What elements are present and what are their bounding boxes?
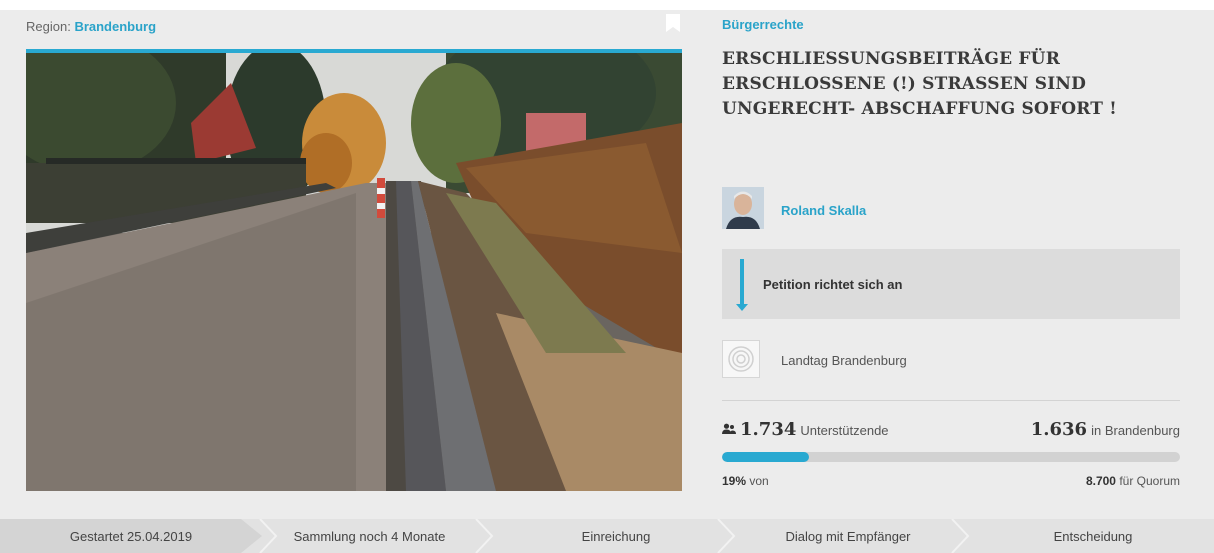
step-dialog: Dialog mit Empfänger (738, 519, 958, 553)
step-label: Entscheidung (1053, 528, 1133, 544)
percent-label: von (749, 474, 769, 488)
step-submission: Einreichung (496, 519, 736, 553)
category-link[interactable]: Bürgerrechte (722, 17, 804, 32)
percent-line: 19% von (722, 474, 769, 488)
regional-number: 1.636 (1030, 419, 1088, 440)
step-label: Dialog mit Empfänger (785, 528, 911, 544)
avatar[interactable] (722, 187, 764, 229)
percent-value: 19% (722, 474, 747, 488)
quorum-value: 8.700 (1085, 474, 1116, 488)
divider (722, 400, 1180, 401)
street-scene-image (26, 53, 682, 491)
supporters-label: Unterstützende (800, 423, 889, 438)
addressee-label: Petition richtet sich an (763, 277, 903, 292)
progress-bar (722, 452, 1180, 462)
chevron-right-icon (951, 519, 970, 553)
step-collection: Sammlung noch 4 Monate (262, 519, 477, 553)
addressee-box: Petition richtet sich an (722, 249, 1180, 319)
step-started: Gestartet 25.04.2019 (0, 519, 262, 553)
step-label: Einreichung (581, 528, 651, 544)
step-decision: Entscheidung (972, 519, 1214, 553)
recipient-name: Landtag Brandenburg (781, 353, 907, 368)
top-strip (0, 0, 1214, 10)
chevron-right-icon (259, 519, 278, 553)
supporters-number: 1.734 (740, 419, 797, 440)
quorum-label: für Quorum (1119, 474, 1180, 488)
regional-supporters: 1.636 in Brandenburg (1031, 419, 1180, 440)
progress-fill (722, 452, 810, 462)
chevron-right-icon (475, 519, 494, 553)
petition-stepper: Gestartet 25.04.2019 Sammlung noch 4 Mon… (0, 519, 1214, 553)
region-link[interactable]: Brandenburg (74, 19, 156, 34)
step-label: Sammlung noch 4 Monate (293, 528, 446, 544)
people-icon (722, 423, 736, 434)
chevron-right-icon (717, 519, 736, 553)
quorum-line: 8.700 für Quorum (1086, 474, 1180, 488)
regional-label: in Brandenburg (1091, 423, 1180, 438)
region-line: Region: Brandenburg (26, 19, 156, 34)
target-icon (722, 340, 760, 378)
arrow-down-icon (736, 259, 748, 311)
step-label: Gestartet 25.04.2019 (69, 528, 193, 544)
author-link[interactable]: Roland Skalla (781, 203, 866, 218)
petition-title: ERSCHLIESSUNGSBEITRÄGE FÜR ERSCHLOSSENE … (722, 49, 1117, 119)
supporters-count: 1.734 Unterstützende (722, 419, 889, 440)
bookmark-icon[interactable] (666, 14, 680, 32)
petition-photo (26, 53, 682, 491)
region-label: Region: (26, 19, 71, 34)
